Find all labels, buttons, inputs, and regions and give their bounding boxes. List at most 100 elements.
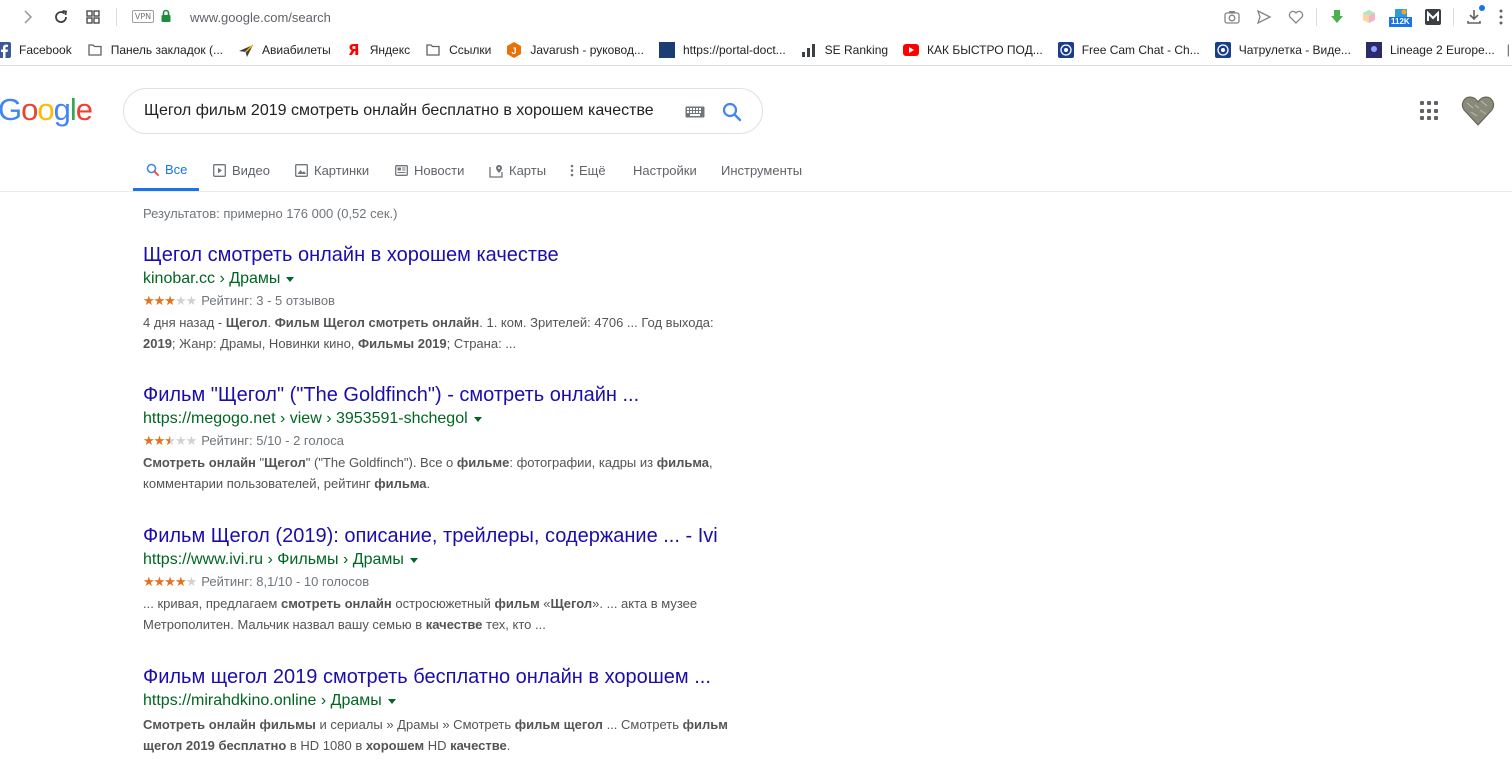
tab-news[interactable]: Новости xyxy=(392,150,466,191)
map-icon xyxy=(489,164,503,178)
yandex-icon: Я xyxy=(347,40,360,59)
result-title-link[interactable]: Щегол смотреть онлайн в хорошем качестве xyxy=(143,242,743,268)
menu-icon[interactable] xyxy=(1490,4,1512,30)
tab-video[interactable]: Видео xyxy=(210,150,272,191)
result-rating: ★★★★★★★★★★ Рейтинг: 8,1/10 - 10 голосов xyxy=(143,571,743,593)
caret-down-icon[interactable] xyxy=(387,698,396,704)
tab-maps[interactable]: Карты xyxy=(487,150,548,191)
keyboard-icon[interactable] xyxy=(685,106,705,118)
tab-all[interactable]: Все xyxy=(133,150,200,191)
result-title-link[interactable]: Фильм Щегол (2019): описание, трейлеры, … xyxy=(143,523,743,549)
vpn-badge[interactable]: VPN xyxy=(132,10,154,23)
search-icon[interactable] xyxy=(720,100,744,124)
address-bar-url[interactable]: www.google.com/search xyxy=(190,10,331,25)
rating-text: Рейтинг: 3 - 5 отзывов xyxy=(201,293,335,308)
apps-grid-icon[interactable] xyxy=(1420,101,1440,121)
result-title-link[interactable]: Фильм "Щегол" ("The Goldfinch") - смотре… xyxy=(143,382,743,408)
tab-label: Новости xyxy=(414,163,465,178)
bookmark-label: https://portal-doct... xyxy=(682,42,786,57)
result-url[interactable]: kinobar.cc › Драмы xyxy=(143,268,743,290)
camera-icon[interactable] xyxy=(1216,4,1248,30)
chat-icon xyxy=(1057,41,1074,58)
bookmark-aviabilety[interactable]: Авиабилеты xyxy=(238,42,331,58)
result-stats: Результатов: примерно 176 000 (0,52 сек.… xyxy=(143,206,398,221)
result-url[interactable]: https://mirahdkino.online › Драмы xyxy=(143,690,743,712)
more-vert-icon xyxy=(569,164,575,178)
reload-icon[interactable] xyxy=(50,6,72,28)
bookmark-youtube[interactable]: КАК БЫСТРО ПОД... xyxy=(903,42,1043,58)
result-title-link[interactable]: Фильм щегол 2019 смотреть бесплатно онла… xyxy=(143,664,743,690)
browser-toolbar: VPN www.google.com/search 112K xyxy=(0,0,1512,34)
tab-label: Картинки xyxy=(314,163,370,178)
bookmark-label: SE Ranking xyxy=(824,42,889,57)
result-rating: ★★★★★★★★★★ Рейтинг: 5/10 - 2 голоса xyxy=(143,430,743,452)
rating-text: Рейтинг: 8,1/10 - 10 голосов xyxy=(201,574,370,589)
google-logo[interactable]: Google xyxy=(0,92,93,128)
search-result: Фильм Щегол (2019): описание, трейлеры, … xyxy=(143,523,743,635)
bookmark-portal[interactable]: https://portal-doct... xyxy=(658,41,786,58)
svg-text:J: J xyxy=(512,46,517,56)
extension-badge-icon[interactable]: 112K xyxy=(1385,4,1417,30)
forward-icon[interactable] xyxy=(17,6,39,28)
video-icon xyxy=(212,164,226,178)
url-path: /search xyxy=(288,10,331,25)
airplane-icon xyxy=(238,42,254,58)
result-url-text: https://megogo.net › view › 3953591-shch… xyxy=(143,410,468,427)
m-extension-icon[interactable] xyxy=(1417,4,1449,30)
speed-dial-icon[interactable] xyxy=(82,6,104,28)
bookmark-javarush[interactable]: J Javarush - руковод... xyxy=(506,41,644,58)
portal-icon xyxy=(658,41,675,58)
bookmarks-overflow-icon[interactable]: | xyxy=(1507,42,1510,57)
toolbar-divider xyxy=(1316,8,1317,26)
bookmark-folder-links[interactable]: Ссылки xyxy=(425,42,491,58)
search-tabs: Все Видео Картинки Новости Карты Ещё Нас… xyxy=(0,150,1512,192)
toolbar-divider xyxy=(116,8,117,26)
result-snippet: ... кривая, предлагаем смотреть онлайн о… xyxy=(143,596,698,632)
lineage-icon xyxy=(1365,41,1382,58)
bookmark-label: Javarush - руковод... xyxy=(530,42,644,57)
bookmark-label: Lineage 2 Europe... xyxy=(1389,42,1495,57)
caret-down-icon[interactable] xyxy=(473,416,482,422)
bookmark-chatruletka[interactable]: Чатрулетка - Виде... xyxy=(1214,41,1351,58)
bookmark-lineage[interactable]: Lineage 2 Europe... xyxy=(1365,41,1495,58)
tab-more[interactable]: Ещё xyxy=(567,150,608,191)
tab-images[interactable]: Картинки xyxy=(292,150,371,191)
news-icon xyxy=(394,164,408,178)
url-host: www.google.com xyxy=(190,10,289,25)
bars-icon xyxy=(801,42,817,58)
bookmark-label: Free Cam Chat - Ch... xyxy=(1081,42,1200,57)
send-icon[interactable] xyxy=(1248,4,1280,30)
bookmark-folder-panel[interactable]: Панель закладок (... xyxy=(87,42,223,58)
result-url[interactable]: https://megogo.net › view › 3953591-shch… xyxy=(143,408,743,430)
rating-text: Рейтинг: 5/10 - 2 голоса xyxy=(201,433,345,448)
heart-icon[interactable] xyxy=(1280,4,1312,30)
caret-down-icon[interactable] xyxy=(409,557,418,563)
result-snippet: Смотреть онлайн фильмы и сериалы » Драмы… xyxy=(143,717,728,753)
bookmark-label: Чатрулетка - Виде... xyxy=(1238,42,1351,57)
result-rating: ★★★★★★★★★★ Рейтинг: 3 - 5 отзывов xyxy=(143,290,743,312)
caret-down-icon[interactable] xyxy=(286,276,295,282)
cube-extension-icon[interactable] xyxy=(1353,4,1385,30)
bookmark-label: КАК БЫСТРО ПОД... xyxy=(927,42,1043,57)
downloads-icon[interactable] xyxy=(1458,4,1490,30)
tab-tools[interactable]: Инструменты xyxy=(719,150,804,191)
result-url[interactable]: https://www.ivi.ru › Фильмы › Драмы xyxy=(143,549,743,571)
youtube-icon xyxy=(903,42,920,58)
download-helper-icon[interactable] xyxy=(1321,4,1353,30)
folder-icon xyxy=(425,42,441,58)
toolbar-right-icons: 112K xyxy=(1216,4,1512,30)
lock-icon[interactable] xyxy=(160,9,172,23)
bookmark-label: Авиабилеты xyxy=(262,42,331,57)
avatar[interactable] xyxy=(1461,94,1495,128)
tab-label: Инструменты xyxy=(721,163,803,178)
toolbar-divider xyxy=(1453,8,1454,26)
bookmark-free-cam-chat[interactable]: Free Cam Chat - Ch... xyxy=(1057,41,1200,58)
bookmark-yandex[interactable]: Я Яндекс xyxy=(346,40,410,59)
bookmark-se-ranking[interactable]: SE Ranking xyxy=(801,42,888,58)
tab-label: Видео xyxy=(232,163,270,178)
bookmark-facebook[interactable]: Facebook xyxy=(0,41,72,58)
facebook-icon xyxy=(0,41,11,58)
tab-settings[interactable]: Настройки xyxy=(631,150,699,191)
search-box xyxy=(123,88,763,134)
search-input[interactable] xyxy=(144,102,674,120)
